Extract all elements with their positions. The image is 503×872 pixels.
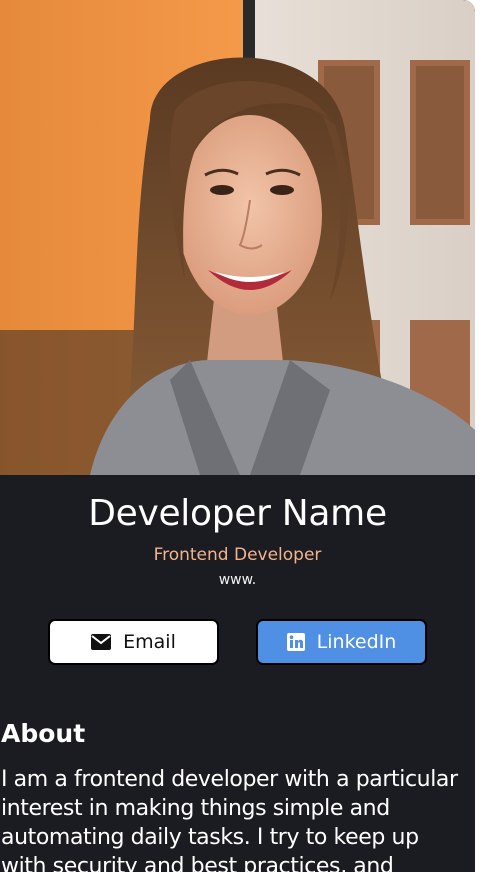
- about-text: I am a frontend developer with a particu…: [1, 767, 458, 872]
- profile-photo: [0, 0, 475, 475]
- profile-card: Developer Name Frontend Developer www. E…: [0, 0, 475, 872]
- email-button-label: Email: [123, 631, 176, 653]
- website-link[interactable]: www.: [0, 571, 475, 589]
- email-button[interactable]: Email: [48, 619, 219, 665]
- developer-role: Frontend Developer: [153, 545, 322, 565]
- linkedin-button-label: LinkedIn: [316, 631, 397, 653]
- about-heading: About: [1, 719, 86, 748]
- developer-name: Developer Name: [88, 493, 387, 534]
- envelope-icon: [91, 634, 112, 650]
- linkedin-button[interactable]: LinkedIn: [256, 619, 427, 665]
- contact-actions: Email LinkedIn: [0, 619, 475, 671]
- profile-photo-image: [0, 0, 475, 475]
- linkedin-icon: [286, 633, 305, 651]
